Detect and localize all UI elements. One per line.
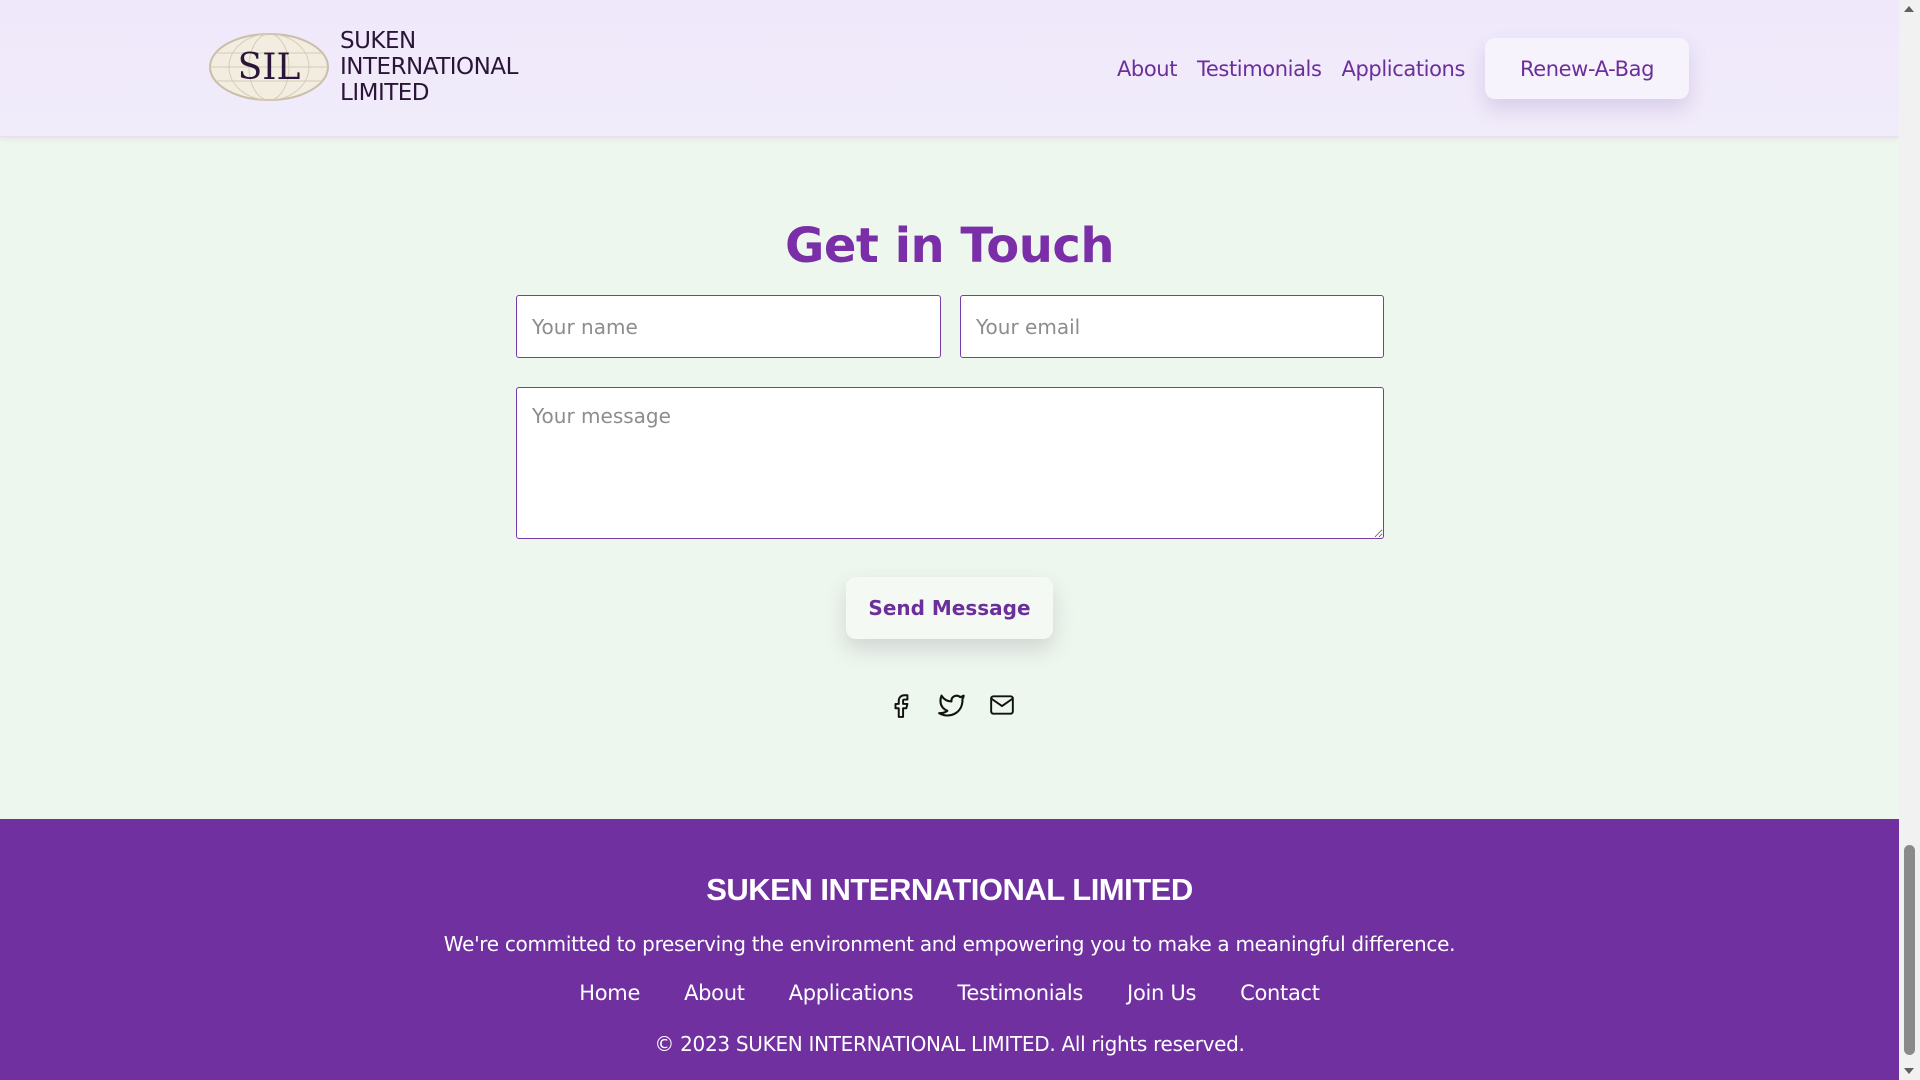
footer-link-home[interactable]: Home: [579, 981, 640, 1005]
page: SIL SUKEN INTERNATIONAL LIMITED About Te…: [0, 0, 1899, 1080]
footer-link-contact[interactable]: Contact: [1240, 981, 1320, 1005]
social-links: [885, 688, 1035, 722]
send-message-button[interactable]: Send Message: [846, 577, 1053, 639]
logo-line-3: LIMITED: [340, 80, 430, 106]
nav-about[interactable]: About: [1117, 57, 1177, 81]
footer-tagline: We're committed to preserving the enviro…: [443, 932, 1456, 956]
footer-link-about[interactable]: About: [684, 981, 745, 1005]
scrollbar-thumb[interactable]: [1904, 845, 1915, 1055]
contact-title: Get in Touch: [784, 218, 1115, 274]
logo-text: SUKEN INTERNATIONAL LIMITED: [340, 28, 518, 106]
svg-text:SIL: SIL: [238, 47, 301, 88]
logo-line-2: INTERNATIONAL: [340, 54, 518, 80]
site-footer: SUKEN INTERNATIONAL LIMITED We're commit…: [0, 819, 1899, 1080]
facebook-icon[interactable]: [885, 688, 919, 722]
main-nav: About Testimonials Applications Renew-A-…: [1097, 38, 1689, 99]
message-textarea[interactable]: [516, 387, 1384, 539]
footer-copyright: © 2023 SUKEN INTERNATIONAL LIMITED. All …: [654, 1032, 1245, 1056]
mail-icon[interactable]: [985, 688, 1019, 722]
scroll-up-icon[interactable]: [1904, 6, 1914, 12]
footer-link-testimonials[interactable]: Testimonials: [957, 981, 1083, 1005]
site-header: SIL SUKEN INTERNATIONAL LIMITED About Te…: [0, 0, 1899, 137]
logo[interactable]: SIL SUKEN INTERNATIONAL LIMITED: [208, 28, 518, 106]
nav-applications[interactable]: Applications: [1342, 57, 1466, 81]
email-input[interactable]: [960, 295, 1384, 358]
footer-nav: Home About Applications Testimonials Joi…: [0, 981, 1899, 1005]
twitter-icon[interactable]: [935, 688, 969, 722]
scroll-down-icon[interactable]: [1904, 1068, 1914, 1074]
nav-testimonials[interactable]: Testimonials: [1197, 57, 1322, 81]
renew-a-bag-button[interactable]: Renew-A-Bag: [1485, 38, 1689, 99]
logo-emblem-icon: SIL: [209, 33, 329, 101]
scrollbar[interactable]: [1899, 0, 1920, 1080]
footer-title: SUKEN INTERNATIONAL LIMITED: [706, 872, 1193, 907]
footer-link-join-us[interactable]: Join Us: [1127, 981, 1196, 1005]
name-input[interactable]: [516, 295, 941, 358]
footer-link-applications[interactable]: Applications: [789, 981, 914, 1005]
logo-line-1: SUKEN: [340, 28, 416, 54]
